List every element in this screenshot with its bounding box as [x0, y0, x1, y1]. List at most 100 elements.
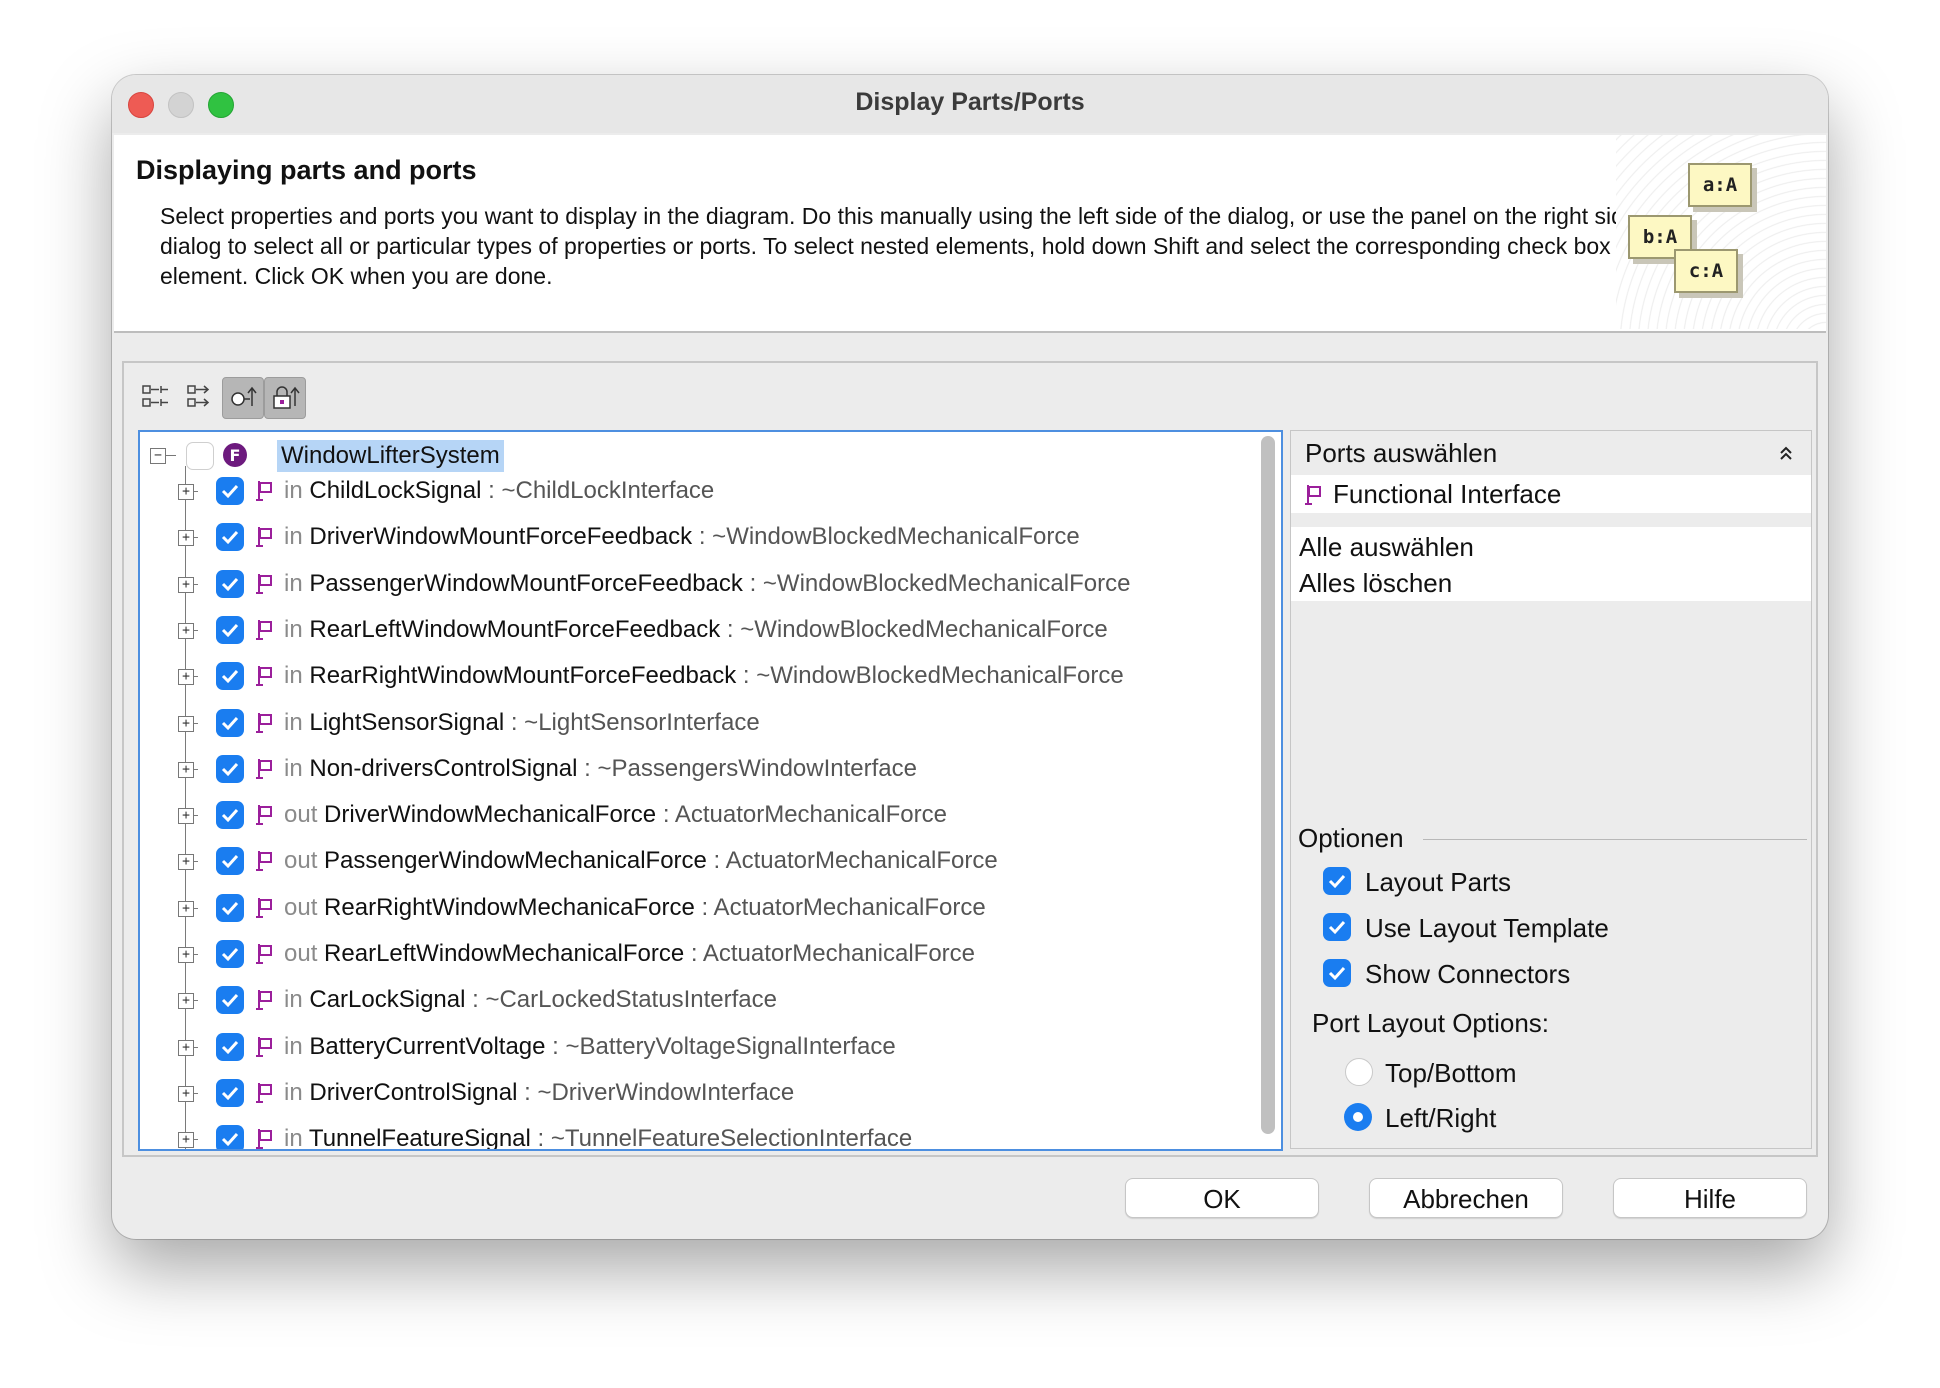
port-label[interactable]: in TunnelFeatureSignal : ~TunnelFeatureS…	[284, 1116, 912, 1151]
port-name: PassengerWindowMechanicalForce	[324, 847, 707, 874]
port-label[interactable]: out PassengerWindowMechanicalForce : Act…	[284, 838, 998, 884]
tree-row[interactable]: + in CarLockSignal : ~CarLockedStatusInte…	[140, 977, 1281, 1023]
expand-all-button[interactable]	[136, 377, 176, 417]
expand-node-icon[interactable]: +	[178, 947, 194, 963]
port-icon	[256, 481, 272, 501]
port-label[interactable]: in Non-driversControlSignal : ~Passenger…	[284, 746, 917, 792]
parts-ports-tree[interactable]: − F WindowLifterSystem + in ChildLockSign…	[138, 430, 1283, 1151]
show-locked-ports-toggle[interactable]	[264, 377, 306, 419]
ports-select-header[interactable]: Ports auswählen	[1291, 431, 1811, 475]
expand-node-icon[interactable]: +	[178, 669, 194, 685]
expand-node-icon[interactable]: +	[178, 577, 194, 593]
port-checkbox[interactable]	[216, 1125, 244, 1149]
port-label[interactable]: in RearRightWindowMountForceFeedback : ~…	[284, 653, 1124, 699]
select-all-link[interactable]: Alle auswählen	[1299, 532, 1474, 563]
port-checkbox[interactable]	[216, 755, 244, 783]
expand-node-icon[interactable]: +	[178, 1040, 194, 1056]
port-direction: in	[284, 570, 303, 597]
tree-row[interactable]: + out PassengerWindowMechanicalForce : Ac…	[140, 838, 1281, 884]
port-type: : ~BatteryVoltageSignalInterface	[545, 1033, 896, 1060]
ok-button[interactable]: OK	[1125, 1178, 1319, 1218]
tree-row[interactable]: + in TunnelFeatureSignal : ~TunnelFeature…	[140, 1116, 1281, 1151]
vertical-scrollbar[interactable]	[1261, 436, 1275, 1134]
port-label[interactable]: in DriverControlSignal : ~DriverWindowIn…	[284, 1070, 794, 1116]
port-direction: out	[284, 894, 318, 921]
tree-row[interactable]: + out RearRightWindowMechanicaForce : Act…	[140, 885, 1281, 931]
show-connectors-checkbox[interactable]	[1323, 959, 1351, 987]
port-name: LightSensorSignal	[309, 709, 505, 736]
port-label[interactable]: in BatteryCurrentVoltage : ~BatteryVolta…	[284, 1024, 896, 1070]
tree-row[interactable]: + in DriverWindowMountForceFeedback : ~Wi…	[140, 514, 1281, 560]
port-name: RearRightWindowMountForceFeedback	[309, 662, 737, 689]
top-bottom-label[interactable]: Top/Bottom	[1385, 1058, 1517, 1089]
tree-row[interactable]: + out DriverWindowMechanicalForce : Actua…	[140, 792, 1281, 838]
clear-all-link[interactable]: Alles löschen	[1299, 568, 1452, 599]
port-label[interactable]: in CarLockSignal : ~CarLockedStatusInter…	[284, 977, 777, 1023]
port-direction: in	[284, 1125, 303, 1151]
help-button[interactable]: Hilfe	[1613, 1178, 1807, 1218]
expand-node-icon[interactable]: +	[178, 530, 194, 546]
port-label[interactable]: in LightSensorSignal : ~LightSensorInter…	[284, 700, 760, 746]
left-right-label[interactable]: Left/Right	[1385, 1103, 1496, 1134]
tree-row[interactable]: + in ChildLockSignal : ~ChildLockInterfac…	[140, 468, 1281, 514]
expand-node-icon[interactable]: +	[178, 623, 194, 639]
port-label[interactable]: out RearRightWindowMechanicaForce : Actu…	[284, 885, 986, 931]
port-checkbox[interactable]	[216, 940, 244, 968]
expand-node-icon[interactable]: +	[178, 762, 194, 778]
tree-row[interactable]: + in BatteryCurrentVoltage : ~BatteryVolt…	[140, 1024, 1281, 1070]
show-connectors-label[interactable]: Show Connectors	[1365, 959, 1570, 990]
expand-node-icon[interactable]: +	[178, 993, 194, 1009]
tree-row[interactable]: + in RearRightWindowMountForceFeedback : …	[140, 653, 1281, 699]
left-right-radio[interactable]	[1344, 1103, 1372, 1131]
dialog-window: Display Parts/Ports Displaying parts and…	[112, 75, 1828, 1239]
port-checkbox[interactable]	[216, 1033, 244, 1061]
port-label[interactable]: in ChildLockSignal : ~ChildLockInterface	[284, 468, 714, 514]
port-checkbox[interactable]	[216, 709, 244, 737]
port-up-icon	[231, 386, 257, 406]
port-checkbox[interactable]	[216, 986, 244, 1014]
port-checkbox[interactable]	[216, 570, 244, 598]
port-label[interactable]: in PassengerWindowMountForceFeedback : ~…	[284, 561, 1130, 607]
expand-node-icon[interactable]: +	[178, 1086, 194, 1102]
port-direction: in	[284, 709, 303, 736]
port-checkbox[interactable]	[216, 523, 244, 551]
port-checkbox[interactable]	[216, 662, 244, 690]
use-layout-template-label[interactable]: Use Layout Template	[1365, 913, 1609, 944]
port-checkbox[interactable]	[216, 894, 244, 922]
port-label[interactable]: in RearLeftWindowMountForceFeedback : ~W…	[284, 607, 1108, 653]
expand-node-icon[interactable]: +	[178, 1132, 194, 1148]
port-label[interactable]: out RearLeftWindowMechanicalForce : Actu…	[284, 931, 975, 977]
collapse-node-icon[interactable]: −	[150, 448, 166, 464]
port-type-item[interactable]: Functional Interface	[1291, 475, 1811, 513]
tree-row[interactable]: + in Non-driversControlSignal : ~Passenge…	[140, 746, 1281, 792]
expand-node-icon[interactable]: +	[178, 901, 194, 917]
expand-node-icon[interactable]: +	[178, 484, 194, 500]
port-checkbox[interactable]	[216, 847, 244, 875]
collapse-up-icon[interactable]	[1779, 445, 1793, 461]
tree-row[interactable]: + in LightSensorSignal : ~LightSensorInte…	[140, 700, 1281, 746]
port-type: : ActuatorMechanicalForce	[656, 801, 947, 828]
layout-parts-checkbox[interactable]	[1323, 867, 1351, 895]
expand-node-icon[interactable]: +	[178, 716, 194, 732]
root-checkbox[interactable]	[186, 442, 214, 470]
show-ports-toggle[interactable]	[222, 377, 264, 419]
port-icon	[1305, 485, 1321, 505]
top-bottom-radio[interactable]	[1345, 1058, 1373, 1086]
port-checkbox[interactable]	[216, 1079, 244, 1107]
port-checkbox[interactable]	[216, 477, 244, 505]
use-layout-template-checkbox[interactable]	[1323, 913, 1351, 941]
tree-row[interactable]: + in RearLeftWindowMountForceFeedback : ~…	[140, 607, 1281, 653]
collapse-all-button[interactable]	[180, 377, 220, 417]
port-label[interactable]: in DriverWindowMountForceFeedback : ~Win…	[284, 514, 1080, 560]
expand-node-icon[interactable]: +	[178, 854, 194, 870]
layout-parts-label[interactable]: Layout Parts	[1365, 867, 1511, 898]
tree-row[interactable]: + in PassengerWindowMountForceFeedback : …	[140, 561, 1281, 607]
port-checkbox[interactable]	[216, 616, 244, 644]
expand-node-icon[interactable]: +	[178, 808, 194, 824]
tree-row[interactable]: + in DriverControlSignal : ~DriverWindowI…	[140, 1070, 1281, 1116]
port-checkbox[interactable]	[216, 801, 244, 829]
port-label[interactable]: out DriverWindowMechanicalForce : Actuat…	[284, 792, 947, 838]
tree-row[interactable]: + out RearLeftWindowMechanicalForce : Act…	[140, 931, 1281, 977]
cancel-button[interactable]: Abbrechen	[1369, 1178, 1563, 1218]
port-name: RearRightWindowMechanicaForce	[324, 894, 695, 921]
